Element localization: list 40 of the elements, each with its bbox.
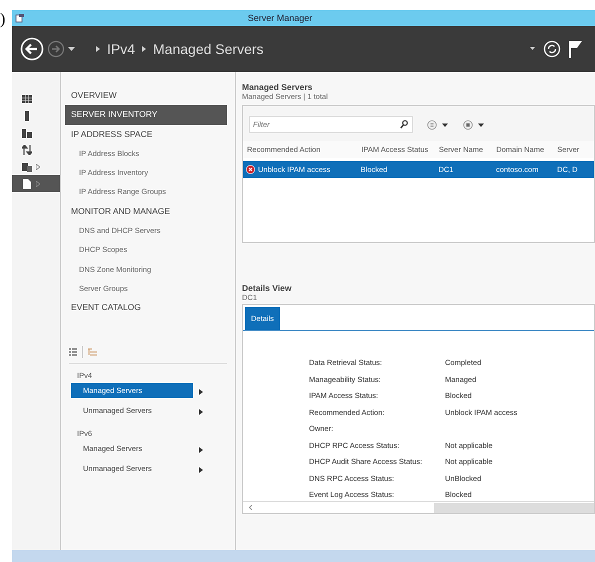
expand-arrow-icon[interactable]	[199, 388, 203, 395]
dropdown-caret-icon[interactable]	[530, 47, 535, 51]
app-icon	[15, 13, 25, 23]
horizontal-scrollbar[interactable]	[12, 550, 595, 562]
section-title: Details View	[242, 283, 292, 293]
window-title: Server Manager	[246, 13, 314, 23]
grid-icon	[22, 94, 32, 104]
expand-arrow-icon[interactable]	[199, 466, 203, 473]
breadcrumb-separator-icon	[142, 46, 146, 52]
page-text-fragment: )	[0, 10, 6, 30]
document-icon	[22, 178, 32, 188]
server-icon	[22, 162, 32, 172]
server-icon	[22, 110, 32, 120]
breadcrumb-item[interactable]: Managed Servers	[153, 41, 264, 57]
expand-arrow-icon	[36, 180, 40, 186]
dropdown-caret-icon[interactable]	[68, 46, 75, 52]
server-icon	[22, 128, 32, 138]
rail-item[interactable]	[12, 175, 60, 192]
nav-item[interactable]: EVENT CATALOG	[65, 298, 227, 318]
expand-arrow-icon[interactable]	[199, 446, 203, 453]
nav-item[interactable]: OVERVIEW	[65, 86, 227, 106]
save-options-button[interactable]	[463, 120, 485, 130]
breadcrumb-separator-icon	[96, 46, 100, 52]
expand-arrow-icon[interactable]	[199, 408, 203, 415]
nav-item[interactable]: IP ADDRESS SPACE	[65, 124, 227, 144]
breadcrumb-item[interactable]: IPv4	[107, 41, 136, 57]
flag-icon[interactable]	[569, 40, 583, 58]
error-icon	[246, 165, 255, 174]
nav-item[interactable]: SERVER INVENTORY	[65, 105, 227, 125]
list-view-icon[interactable]	[69, 348, 77, 356]
refresh-button[interactable]	[543, 40, 561, 58]
horizontal-scrollbar[interactable]	[243, 501, 594, 513]
search-icon	[400, 120, 408, 129]
scroll-left-icon[interactable]	[249, 505, 252, 510]
nav-item[interactable]: MONITOR AND MANAGE	[65, 202, 227, 222]
arrows-icon	[22, 144, 32, 154]
expand-arrow-icon	[36, 164, 40, 170]
section-title: Managed Servers	[242, 82, 314, 92]
back-button[interactable]	[20, 37, 44, 61]
list-options-button[interactable]	[427, 120, 449, 130]
